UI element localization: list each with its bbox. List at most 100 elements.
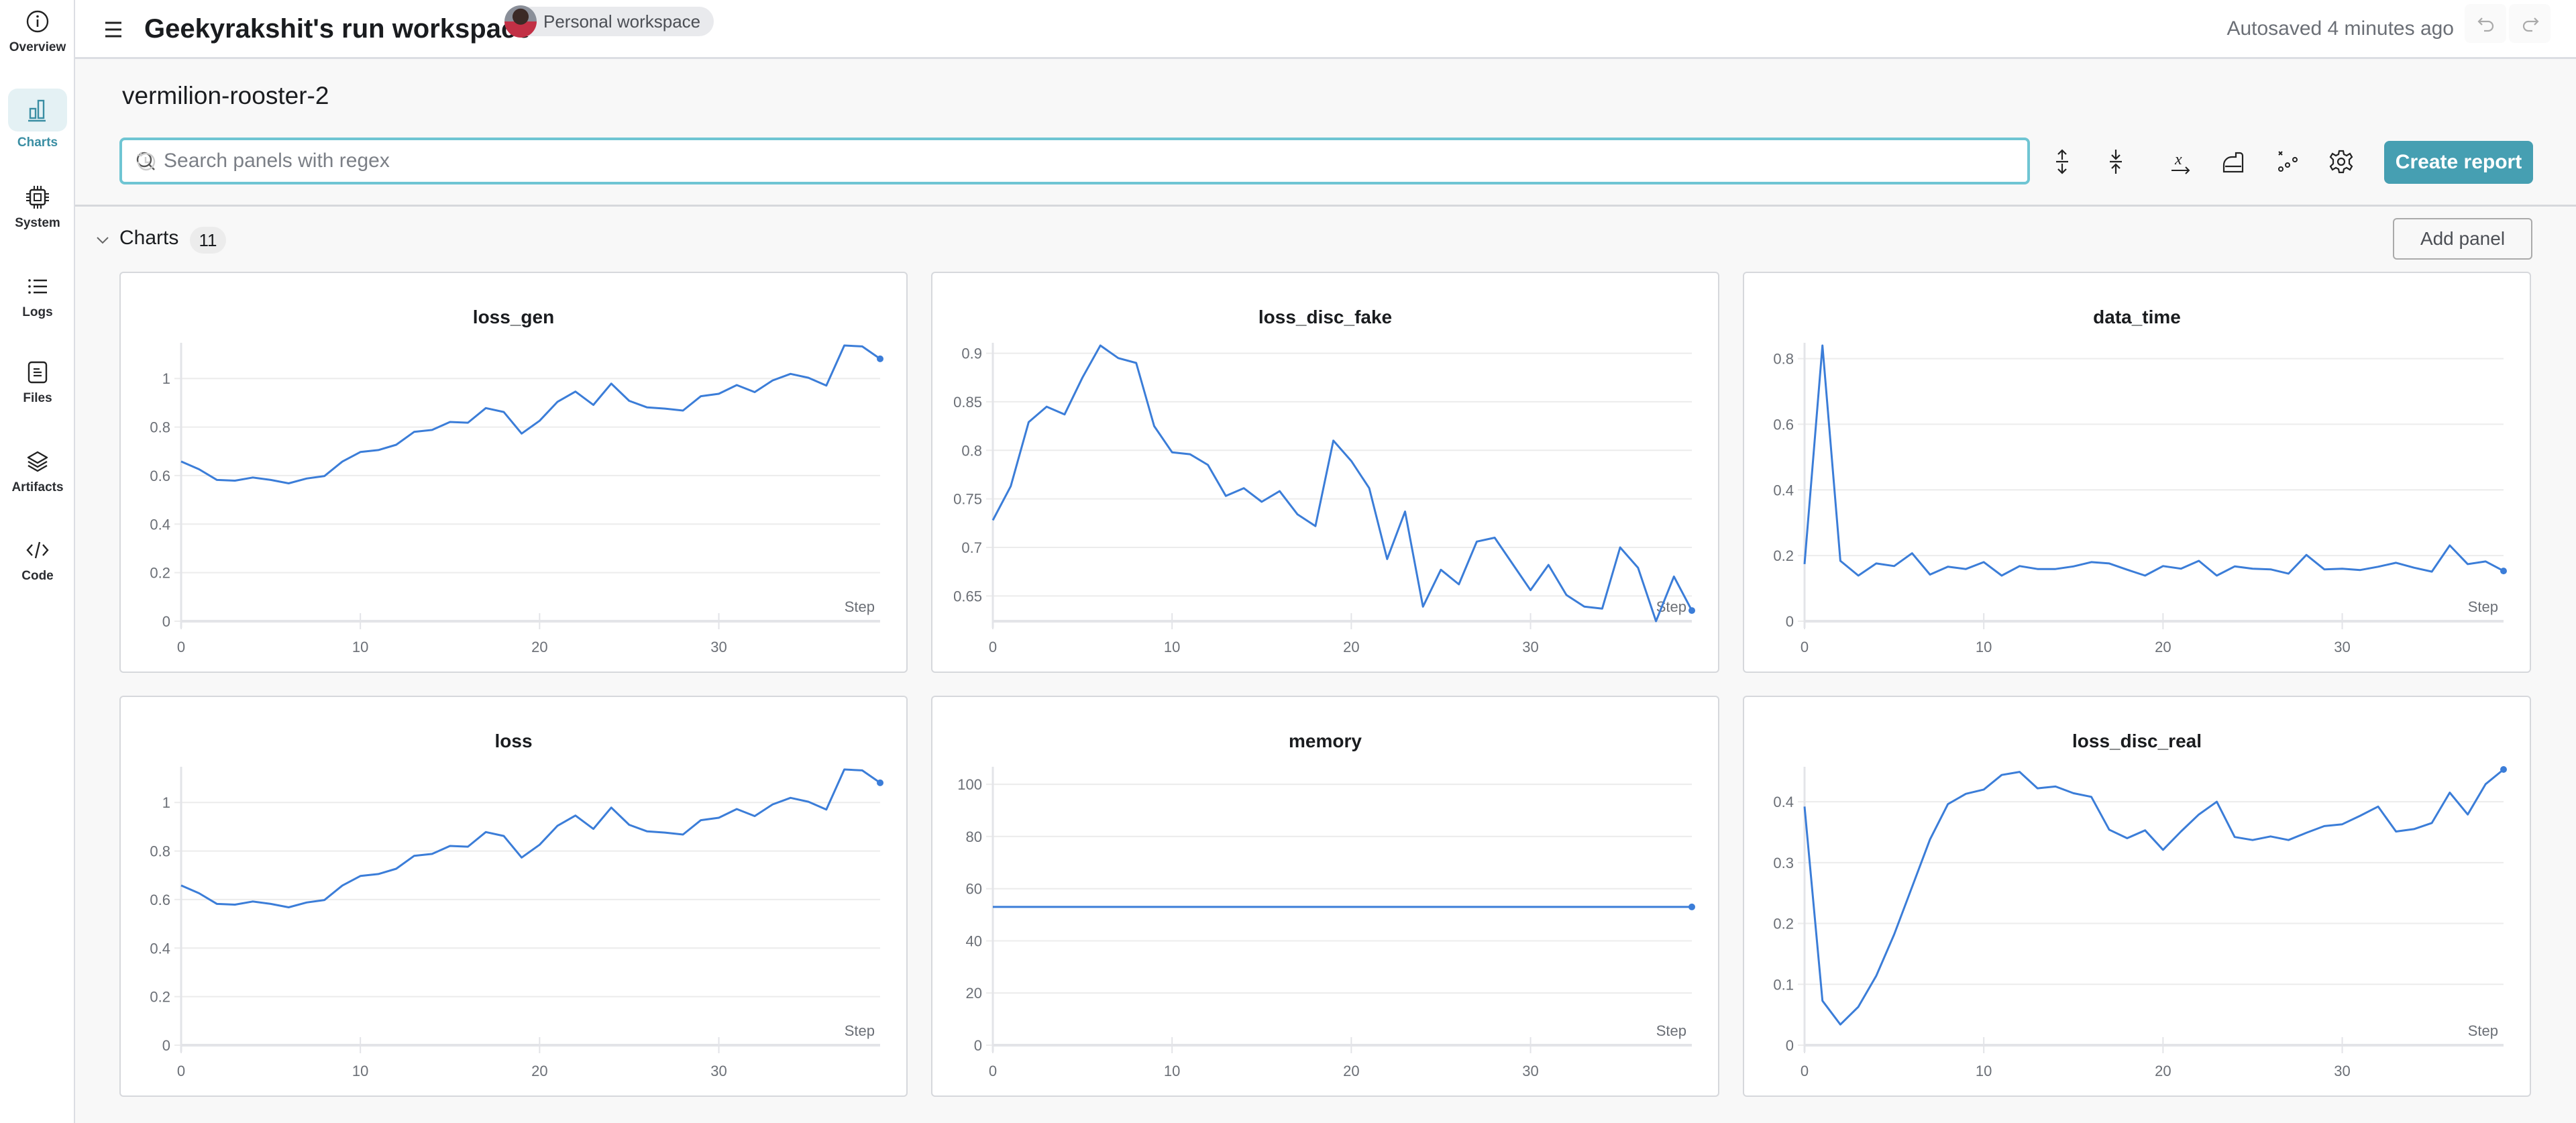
y-tick-label: 0.6 [1773, 416, 1794, 433]
x-tick-label: 20 [2155, 639, 2171, 655]
history-icon[interactable] [134, 150, 158, 174]
sidebar-item-label: Charts [17, 136, 58, 150]
y-tick-label: 0 [974, 1037, 982, 1054]
chart-panel-memory[interactable]: memory 0 20 40 60 80 100 0 10 20 30 Step [931, 696, 1719, 1097]
y-tick-label: 0.8 [1773, 351, 1794, 368]
create-report-button[interactable]: Create report [2384, 141, 2533, 184]
line-chart: 0.65 0.7 0.75 0.8 0.85 0.9 0 10 20 30 Step [953, 343, 1695, 655]
menu-icon[interactable] [103, 15, 123, 44]
sidebar-item-charts[interactable]: Charts [0, 89, 75, 150]
y-tick-label: 0.6 [150, 468, 170, 484]
sidebar-item-files[interactable]: Files [0, 358, 75, 406]
line-chart: 00.20.40.60.810 10 20 30Step [150, 767, 883, 1079]
x-tick-label: 0 [1801, 639, 1809, 655]
x-tick-label: 10 [1976, 1063, 1992, 1079]
x-axis-label: Step [1656, 598, 1686, 615]
x-tick-label: 10 [1976, 639, 1992, 655]
y-tick-label: 0.7 [961, 539, 982, 556]
y-tick-label: 0 [162, 1037, 170, 1054]
sidebar-item-label: Files [23, 391, 52, 405]
x-tick-label: 0 [1801, 1063, 1809, 1079]
sidebar-item-label: System [15, 216, 60, 230]
chart-panel-loss-disc-real[interactable]: loss_disc_real 0 0.1 0.2 0.3 0.4 0 10 20 30 Step [1743, 696, 2531, 1097]
search-input[interactable] [164, 146, 1908, 176]
y-tick-label: 0.85 [953, 394, 982, 411]
y-tick-label: 0.75 [953, 491, 982, 508]
workspace-badge[interactable]: Personal workspace [504, 5, 714, 38]
workspace-title: Geekyrakshit's run workspace [144, 14, 531, 44]
x-tick-label: 30 [1522, 1063, 1538, 1079]
sidebar-item-system[interactable]: System [0, 182, 75, 231]
undo-button[interactable] [2465, 4, 2506, 43]
outliers-icon[interactable] [2273, 146, 2304, 177]
x-axis-label: Step [845, 1022, 875, 1039]
y-tick-label: 0.4 [1773, 482, 1794, 498]
x-tick-label: 0 [989, 1063, 997, 1079]
x-tick-label: 30 [2334, 639, 2350, 655]
chevron-down-icon[interactable] [94, 231, 111, 249]
run-name: vermilion-rooster-2 [122, 82, 329, 109]
sidebar-item-code[interactable]: Code [0, 535, 75, 584]
x-tick-label: 0 [989, 639, 997, 655]
x-tick-label: 30 [710, 1063, 727, 1079]
chart-panel-loss-gen[interactable]: loss_gen 0 0.2 0.4 0.6 0.8 1 0 10 20 30 Step [119, 272, 908, 673]
divider [75, 205, 2576, 207]
y-tick-label: 0 [1786, 1037, 1794, 1054]
last-point-marker [2500, 766, 2507, 773]
chart-panel-loss-disc-fake[interactable]: loss_disc_fake 0.65 0.7 0.75 0.8 0.85 0.9 0 10 20… [931, 272, 1719, 673]
add-panel-button[interactable]: Add panel [2393, 218, 2532, 260]
sidebar-item-overview[interactable]: Overview [0, 7, 75, 55]
last-point-marker [2500, 568, 2507, 575]
y-tick-label: 0.2 [1773, 916, 1794, 932]
x-tick-label: 20 [1343, 639, 1359, 655]
x-tick-label: 10 [1164, 1063, 1180, 1079]
y-tick-label: 0.4 [1773, 794, 1794, 810]
line-chart: 0 0.2 0.4 0.6 0.8 0 10 20 30 Step [1773, 343, 2507, 655]
search-panels [119, 138, 2030, 184]
file-icon [28, 361, 48, 384]
bar-chart-icon [28, 99, 46, 122]
chart-panel-loss[interactable]: loss 0 0.2 0.4 0.6 0.8 1 0 10 20 30 Step [119, 696, 908, 1097]
y-tick-label: 0.9 [961, 345, 982, 362]
line-chart: 0 20 40 60 80 100 0 10 20 30 Step [957, 767, 1695, 1079]
chip-icon [26, 186, 49, 209]
layers-icon [27, 451, 48, 472]
x-tick-label: 10 [352, 1063, 368, 1079]
expand-vertical-icon[interactable] [2047, 146, 2078, 177]
svg-text:x: x [2174, 151, 2182, 168]
collapse-vertical-icon[interactable] [2100, 146, 2131, 177]
x-tick-label: 30 [2334, 1063, 2350, 1079]
settings-icon[interactable] [2326, 146, 2357, 177]
sidebar-item-label: Artifacts [11, 480, 64, 494]
last-point-marker [877, 779, 883, 786]
chart-panel-data-time[interactable]: data_time 0 0.2 0.4 0.6 0.8 0 10 20 30 Step [1743, 272, 2531, 673]
x-axis-label: Step [2468, 598, 2498, 615]
series-line [1803, 344, 2504, 577]
sidebar: Overview Charts System Logs Files Artifa… [0, 0, 75, 1123]
autosave-status: Autosaved 4 minutes ago [2226, 17, 2454, 40]
y-tick-label: 0.2 [150, 989, 170, 1006]
x-axis-label: Step [1656, 1022, 1686, 1039]
y-tick-label: 0.3 [1773, 855, 1794, 871]
y-tick-label: 0.8 [961, 442, 982, 459]
sidebar-item-artifacts[interactable]: Artifacts [0, 447, 75, 495]
line-chart: 00.20.40.60.810 10 20 30Step [150, 343, 883, 655]
x-axis-label: Step [845, 598, 875, 615]
series-line [991, 344, 1693, 623]
series-line [1803, 768, 2504, 1026]
section-title[interactable]: Charts [119, 227, 178, 250]
x-tick-label: 20 [2155, 1063, 2171, 1079]
y-tick-label: 0.2 [150, 565, 170, 582]
y-tick-label: 0.2 [1773, 547, 1794, 564]
x-tick-label: 30 [710, 639, 727, 655]
smoothing-icon[interactable] [2218, 146, 2249, 177]
y-tick-label: 0 [162, 613, 170, 630]
x-tick-label: 20 [531, 639, 547, 655]
x-axis-icon[interactable]: x [2165, 146, 2196, 177]
redo-button[interactable] [2509, 4, 2551, 43]
y-tick-label: 80 [966, 828, 982, 845]
y-tick-label: 0.1 [1773, 976, 1794, 993]
top-header: Geekyrakshit's run workspace Personal wo… [75, 0, 2576, 59]
sidebar-item-logs[interactable]: Logs [0, 272, 75, 320]
list-icon [28, 279, 47, 294]
